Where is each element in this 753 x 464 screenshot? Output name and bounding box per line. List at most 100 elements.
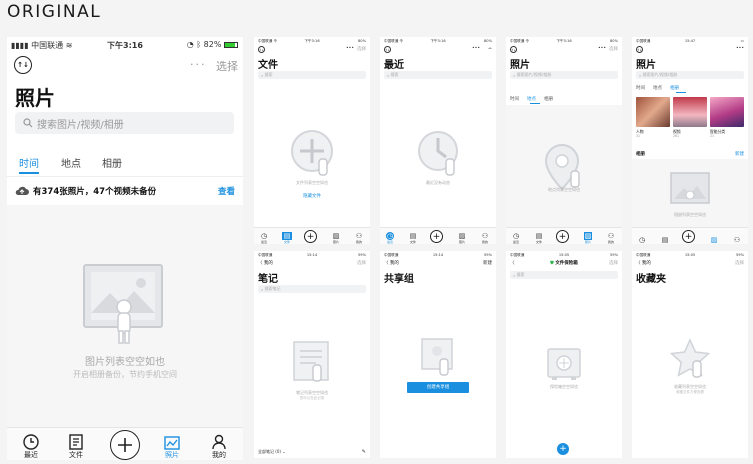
tab-album[interactable]: 相册: [544, 97, 553, 102]
search-input[interactable]: ⌕ 搜索: [510, 271, 618, 279]
tab-files[interactable]: ▤ 文件: [405, 229, 421, 244]
search-input[interactable]: ⌕ 搜索笔记: [258, 285, 366, 293]
select-button[interactable]: 选择: [609, 46, 618, 52]
search-input[interactable]: ⌕ 搜索: [258, 71, 366, 79]
tab-album[interactable]: 相册: [670, 86, 679, 91]
tab-recent[interactable]: ◷ 最近: [256, 229, 272, 244]
back-button[interactable]: 〈 我的: [384, 260, 399, 266]
tab-mine[interactable]: ⚇ 我的: [477, 229, 493, 244]
user-icon: ⚇: [481, 232, 489, 240]
backup-notice-text: 有374张照片，47个视频未备份: [33, 187, 157, 197]
tab-recent[interactable]: ◷ 最近: [382, 229, 398, 244]
select-button[interactable]: 选择: [357, 46, 366, 52]
tab-mine-label: 我的: [212, 451, 226, 459]
search-input[interactable]: 搜索图片/视频/相册: [15, 112, 234, 134]
tab-mine[interactable]: ⚇ 我的: [351, 229, 367, 244]
tab-recent[interactable]: 最近: [13, 430, 49, 460]
active-tab-indicator: [676, 92, 686, 93]
album-cover-people[interactable]: [636, 97, 670, 127]
bluetooth-icon: ᛒ: [196, 40, 202, 49]
cloud-upload-icon: [15, 186, 29, 196]
app-logo-icon[interactable]: ↑↓: [636, 46, 643, 53]
album-cover-smart[interactable]: [710, 97, 744, 127]
app-logo-icon[interactable]: ↑↓: [258, 46, 265, 53]
tab-photos[interactable]: ▨ 照片: [328, 229, 344, 244]
back-button[interactable]: 〈 我的: [636, 260, 651, 266]
album-cover-video[interactable]: [673, 97, 707, 127]
tab-time[interactable]: 时间: [510, 97, 519, 102]
empty-subtitle: 收藏文件方便查看: [676, 390, 704, 394]
tab-photos-label: 照片: [165, 451, 179, 459]
select-button[interactable]: 选择: [735, 260, 744, 266]
tab-photos[interactable]: 照片: [154, 430, 190, 460]
tab-mine[interactable]: 我的: [201, 430, 237, 460]
search-input[interactable]: ⌕ 搜索图片/视频/相册: [510, 71, 618, 79]
back-button[interactable]: 〈 我的: [258, 260, 273, 266]
tab-mine[interactable]: ⚇ 我的: [603, 229, 619, 244]
more-dots-icon[interactable]: •••: [472, 46, 480, 51]
add-button[interactable]: +: [430, 230, 443, 243]
photo-chart-icon: ▨: [710, 236, 718, 244]
app-logo-icon[interactable]: ↑↓: [384, 46, 391, 53]
tab-files[interactable]: 文件: [58, 430, 94, 460]
empty-title: 地点列表空空如也: [548, 187, 580, 192]
add-button[interactable]: +: [682, 230, 695, 243]
empty-title: 相册列表空空如也: [674, 212, 706, 217]
more-menu-button[interactable]: ···: [190, 58, 207, 71]
tab-files[interactable]: ▤: [657, 229, 673, 244]
photo-tabs: 时间 地点 相册: [7, 151, 243, 175]
folder-icon: ▤: [661, 236, 669, 244]
divider: [7, 176, 243, 177]
add-fab-button[interactable]: +: [557, 443, 569, 455]
more-dots-icon[interactable]: •••: [346, 46, 354, 51]
favorites-screen: 中国联通 15:05 59% 〈 我的 选择 收藏夹 收藏列表空空如也 收藏文件方便查…: [632, 251, 748, 458]
tab-place[interactable]: 地点: [61, 155, 81, 170]
tab-files[interactable]: ▤ 文件: [531, 229, 547, 244]
tab-time[interactable]: 时间: [636, 86, 645, 91]
user-icon: ⚇: [607, 232, 615, 240]
select-button[interactable]: 选择: [357, 260, 366, 266]
page-title: 照片: [15, 86, 55, 110]
more-dots-icon[interactable]: •••: [598, 46, 606, 51]
search-input[interactable]: ⌕ 搜索图片/视频/相册: [636, 71, 744, 79]
file-icon: ▤: [409, 232, 417, 240]
tab-place[interactable]: 地点: [527, 97, 536, 102]
new-album-button[interactable]: 新建: [735, 151, 744, 157]
bottom-tab-bar: ◷ 最近 ▤ 文件 + ▨ 照片 ⚇ 我的: [380, 227, 496, 244]
tab-photos[interactable]: ▨ 照片: [580, 229, 596, 244]
new-group-button[interactable]: 新建: [483, 260, 492, 266]
add-button[interactable]: +: [304, 230, 317, 243]
tab-photos[interactable]: ▨ 照片: [454, 229, 470, 244]
search-input[interactable]: ⌕ 搜索: [384, 71, 492, 79]
cloud-icon[interactable]: ☁: [488, 46, 493, 51]
vault-title: 文件保险箱: [555, 261, 578, 266]
edit-icon[interactable]: ✎: [362, 449, 366, 455]
album-count-people: 31: [636, 134, 641, 138]
tab-place[interactable]: 地点: [653, 86, 662, 91]
add-button[interactable]: [110, 430, 140, 460]
empty-state: 相册列表空空如也: [632, 159, 748, 227]
tab-recent-label: 最近: [24, 451, 38, 459]
create-shared-group-button[interactable]: 创建共享组: [407, 382, 469, 393]
app-logo-icon[interactable]: ↑↓: [510, 46, 517, 53]
tab-photos[interactable]: ▨: [706, 229, 722, 244]
select-button[interactable]: 选择: [216, 58, 238, 74]
tab-mine[interactable]: ⚇: [729, 229, 745, 244]
tab-recent[interactable]: ◷: [634, 229, 650, 244]
recent-screen: 中国联通 令下午3:16 80% ↑↓ ••• ☁ 最近 ⌕ 搜索 最近没有动态 ◷ 最…: [380, 37, 496, 244]
tab-recent[interactable]: ◷ 最近: [508, 229, 524, 244]
app-logo-icon[interactable]: ↑↓: [14, 56, 32, 74]
empty-shared-illustration: [418, 335, 458, 383]
view-backup-link[interactable]: 查看: [218, 185, 235, 197]
more-dots-icon[interactable]: •••: [736, 46, 744, 51]
add-button[interactable]: +: [556, 230, 569, 243]
select-button[interactable]: 选择: [609, 260, 618, 266]
tab-album[interactable]: 相册: [102, 155, 122, 170]
photos-place-screen: 中国联通 令下午3:16 80% ↑↓ ••• 选择 照片 ⌕ 搜索图片/视频/相册 …: [506, 37, 622, 244]
empty-subtitle: 您可以在此记录: [299, 396, 325, 400]
notes-filter-dropdown[interactable]: 全部笔记 (0) ⌄: [258, 449, 286, 455]
tab-time[interactable]: 时间: [19, 155, 39, 170]
albums-screen: 中国联通 15:47 ▭ ↑↓ ••• 照片 ⌕ 搜索图片/视频/相册 时间 地点 相册 …: [632, 37, 748, 244]
hidden-files-link[interactable]: 隐藏文件: [254, 193, 370, 199]
tab-files[interactable]: ▤ 文件: [279, 229, 295, 244]
